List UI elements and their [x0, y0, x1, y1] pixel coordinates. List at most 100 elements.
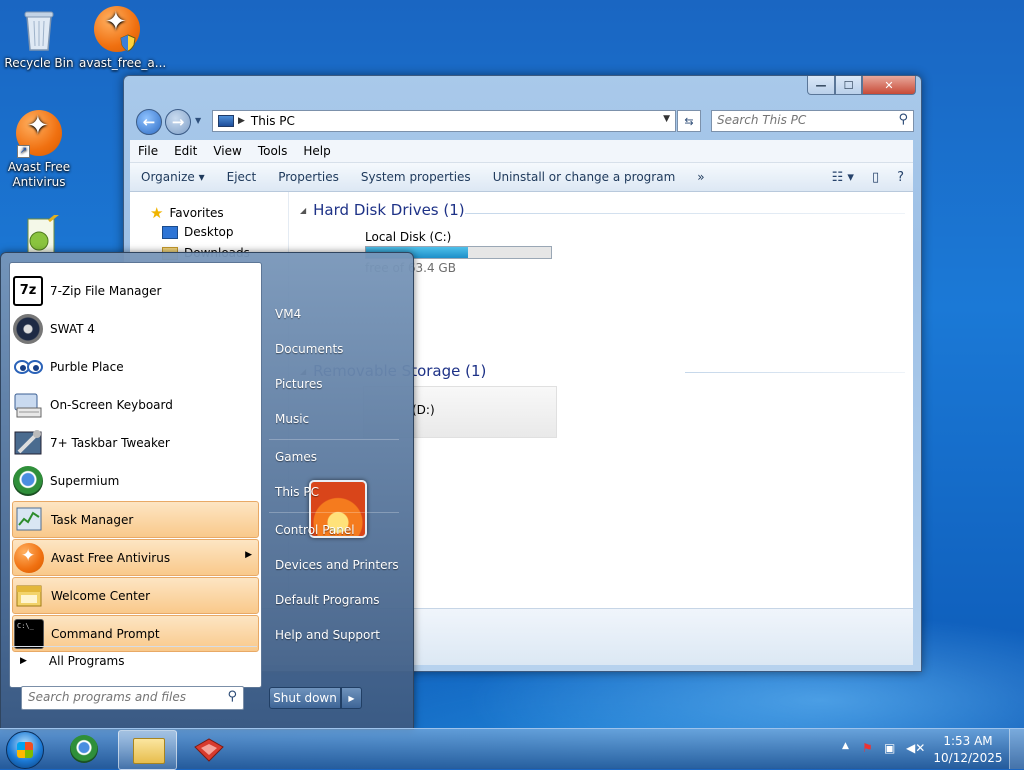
- avast-icon: ✦: [14, 542, 44, 573]
- link-default-programs[interactable]: Default Programs: [275, 593, 380, 607]
- program-welcome-center[interactable]: Welcome Center: [12, 577, 259, 614]
- desktop-folder-icon: [162, 225, 178, 239]
- program-purble-place[interactable]: Purble Place: [12, 349, 259, 384]
- maximize-button[interactable]: ☐: [835, 76, 862, 95]
- link-music[interactable]: Music: [275, 412, 309, 426]
- start-button[interactable]: [6, 731, 44, 769]
- desktop-icon-label: avast_free_a...: [79, 56, 167, 70]
- nav-favorites-label: Favorites: [169, 206, 224, 220]
- view-options-icon[interactable]: ☷ ▾: [832, 170, 854, 185]
- link-pictures[interactable]: Pictures: [275, 377, 323, 391]
- refresh-icon: ⇆: [684, 114, 694, 128]
- preview-pane-icon[interactable]: ▯: [872, 170, 879, 185]
- shutdown-button[interactable]: Shut down: [269, 687, 341, 709]
- taskbar-supermium[interactable]: [57, 730, 114, 768]
- address-text[interactable]: This PC: [251, 114, 295, 128]
- link-control-panel[interactable]: Control Panel: [275, 523, 355, 537]
- nav-desktop-label: Desktop: [184, 225, 234, 239]
- purble-icon: [13, 352, 43, 382]
- disk-c-label[interactable]: Local Disk (C:): [365, 230, 451, 244]
- link-games[interactable]: Games: [275, 450, 317, 464]
- menu-help[interactable]: Help: [295, 144, 338, 158]
- computer-icon: [218, 115, 234, 127]
- avast-icon: ✦ ↗: [15, 110, 63, 158]
- nav-desktop[interactable]: Desktop: [162, 225, 234, 239]
- task-manager-icon: [14, 505, 44, 535]
- folder-icon: [133, 738, 165, 764]
- submenu-arrow-icon[interactable]: ▶: [245, 550, 252, 560]
- uninstall-program-button[interactable]: Uninstall or change a program: [482, 170, 687, 184]
- menu-edit[interactable]: Edit: [166, 144, 205, 158]
- search-icon[interactable]: ⚲: [898, 112, 908, 127]
- back-arrow-icon: ←: [142, 113, 156, 131]
- help-icon[interactable]: ?: [897, 170, 904, 185]
- network-icon[interactable]: ▣: [884, 741, 895, 755]
- desktop-icon-label: Avast Free Antivirus: [7, 160, 71, 189]
- start-menu-programs-pane: 7z 7-Zip File Manager SWAT 4 Purble Plac…: [9, 262, 262, 688]
- desktop-icon-recycle-bin[interactable]: Recycle Bin: [1, 6, 77, 71]
- start-search-input[interactable]: [22, 687, 218, 707]
- show-hidden-icons-button[interactable]: ▲: [842, 741, 849, 751]
- avast-installer-icon: ✦: [93, 6, 141, 54]
- shutdown-options-button[interactable]: ▶: [341, 687, 362, 709]
- forward-button[interactable]: →: [165, 109, 191, 135]
- program-avast[interactable]: ✦ Avast Free Antivirus ▶: [12, 539, 259, 576]
- program-supermium[interactable]: Supermium: [12, 463, 259, 498]
- menu-view[interactable]: View: [205, 144, 249, 158]
- program-swat4[interactable]: SWAT 4: [12, 311, 259, 346]
- link-help-support[interactable]: Help and Support: [275, 628, 380, 642]
- program-onscreen-keyboard[interactable]: On-Screen Keyboard: [12, 387, 259, 422]
- group-divider: [465, 213, 905, 214]
- expand-arrow-icon: ▶: [20, 656, 27, 666]
- program-task-manager[interactable]: Task Manager: [12, 501, 259, 538]
- clock-time[interactable]: 1:53 AM: [933, 734, 1003, 748]
- supermium-icon: [13, 465, 43, 496]
- system-properties-button[interactable]: System properties: [350, 170, 482, 184]
- address-bar[interactable]: ▶ This PC ▼: [212, 110, 676, 132]
- taskbar-explorer[interactable]: [118, 730, 177, 770]
- right-divider: [269, 512, 399, 513]
- back-button[interactable]: ←: [136, 109, 162, 135]
- taskbar: ▲ ⚑ ▣ ◀✕ 1:53 AM 10/12/2025: [0, 728, 1024, 770]
- uac-shield-icon: [120, 34, 136, 52]
- program-7zip[interactable]: 7z 7-Zip File Manager: [12, 273, 259, 308]
- breadcrumb-separator-icon[interactable]: ▶: [238, 116, 245, 126]
- windows-logo-icon: [17, 742, 33, 758]
- more-commands-button[interactable]: »: [686, 170, 715, 184]
- search-icon[interactable]: ⚲: [227, 689, 237, 704]
- taskbar-app[interactable]: [180, 730, 237, 768]
- start-search-box[interactable]: ⚲: [21, 686, 244, 710]
- search-input[interactable]: [712, 111, 887, 129]
- search-box[interactable]: ⚲: [711, 110, 914, 132]
- group-hard-disk[interactable]: ◢ Hard Disk Drives (1): [300, 201, 465, 219]
- refresh-button[interactable]: ⇆: [677, 110, 701, 132]
- cmd-icon: C:\_: [14, 618, 44, 649]
- minimize-button[interactable]: —: [807, 76, 835, 95]
- tweaker-icon: [13, 428, 43, 458]
- all-programs-button[interactable]: ▶ All Programs: [20, 654, 125, 668]
- disk-d-label[interactable]: (D:): [412, 403, 435, 417]
- desktop-icon-avast[interactable]: ✦ ↗ Avast Free Antivirus: [1, 110, 77, 190]
- show-desktop-button[interactable]: [1009, 729, 1024, 769]
- link-documents[interactable]: Documents: [275, 342, 343, 356]
- address-dropdown-icon[interactable]: ▼: [663, 114, 670, 124]
- eject-button[interactable]: Eject: [216, 170, 268, 184]
- organize-button[interactable]: Organize ▾: [130, 170, 216, 184]
- menu-file[interactable]: File: [130, 144, 166, 158]
- close-button[interactable]: ✕: [862, 76, 916, 95]
- action-center-icon[interactable]: ⚑: [862, 741, 873, 755]
- link-this-pc[interactable]: This PC: [275, 485, 319, 499]
- desktop-icon-avast-installer[interactable]: ✦ avast_free_a...: [79, 6, 167, 71]
- recent-pages-dropdown[interactable]: ▼: [195, 116, 201, 125]
- clock-date[interactable]: 10/12/2025: [933, 751, 1003, 765]
- nav-favorites[interactable]: ★ Favorites: [150, 204, 224, 222]
- link-devices-printers[interactable]: Devices and Printers: [275, 558, 399, 572]
- volume-muted-icon[interactable]: ◀✕: [906, 741, 925, 755]
- menu-tools[interactable]: Tools: [250, 144, 296, 158]
- menu-bar: File Edit View Tools Help: [130, 140, 913, 163]
- program-taskbar-tweaker[interactable]: 7+ Taskbar Tweaker: [12, 425, 259, 460]
- command-bar: Organize ▾ Eject Properties System prope…: [130, 163, 913, 192]
- link-user-folder[interactable]: VM4: [275, 307, 301, 321]
- properties-button[interactable]: Properties: [267, 170, 350, 184]
- supermium-icon: [70, 735, 98, 763]
